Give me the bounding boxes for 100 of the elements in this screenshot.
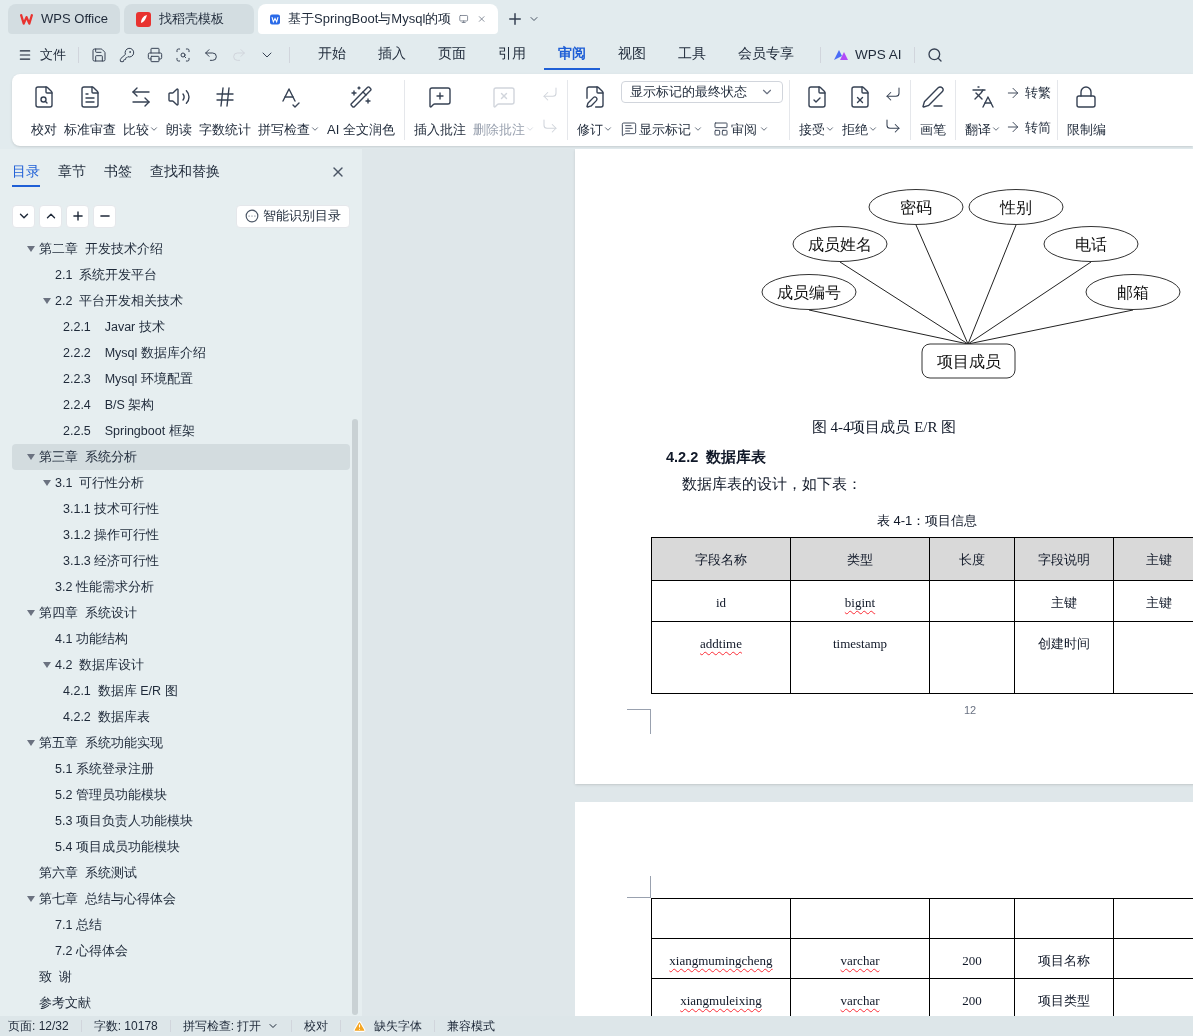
tab-title: WPS Office	[41, 10, 108, 29]
demote-button[interactable]	[93, 204, 116, 228]
outline-item[interactable]: 3.2 性能需求分析	[12, 574, 350, 600]
outline-item[interactable]: 2.1 系统开发平台	[12, 262, 350, 288]
outline-item[interactable]: 2.2 平台开发相关技术	[12, 288, 350, 314]
outline-item[interactable]: 第六章 系统测试	[12, 860, 350, 886]
table-cell-text: 主键	[1145, 594, 1172, 612]
outline-item[interactable]: 3.1 可行性分析	[12, 470, 350, 496]
outline-item[interactable]: 5.4 项目成员功能模块	[12, 834, 350, 860]
expand-button[interactable]	[39, 204, 62, 228]
markup-select[interactable]: 显示标记的最终状态	[620, 81, 783, 103]
new-tab-icon[interactable]	[506, 10, 524, 28]
column-header: 长度	[959, 552, 985, 567]
outline-item[interactable]: 4.1 功能结构	[12, 626, 350, 652]
status-text: 字数: 10178	[93, 1018, 158, 1035]
ribbon-button[interactable]: 转简	[1004, 117, 1051, 137]
menu-tab[interactable]: 引用	[484, 40, 540, 70]
outline-item[interactable]: 7.1 总结	[12, 912, 350, 938]
outline-item[interactable]: 第四章 系统设计	[12, 600, 350, 626]
outline-item[interactable]: 2.2.2 Mysql 数据库介绍	[12, 340, 350, 366]
outline-item[interactable]: 2.2.3 Mysql 环境配置	[12, 366, 350, 392]
ribbon-button[interactable]: 转繁	[1004, 83, 1051, 103]
outline-item[interactable]: 5.3 项目负责人功能模块	[12, 808, 350, 834]
outline-item[interactable]: 第五章 系统功能实现	[12, 730, 350, 756]
status-text: 校对	[304, 1018, 329, 1035]
outline-item[interactable]: 4.2 数据库设计	[12, 652, 350, 678]
ribbon-button[interactable]: 标准审查	[61, 81, 119, 139]
ribbon-button[interactable]: 画笔	[916, 81, 949, 139]
ribbon-button[interactable]: 插入批注	[410, 81, 469, 139]
outline-item[interactable]: 3.1.2 操作可行性	[12, 522, 350, 548]
sidebar-tab[interactable]: 书签	[104, 157, 132, 187]
document-tab[interactable]: WPS Office	[8, 4, 120, 34]
document-tab[interactable]: 基于SpringBoot与Mysql的项	[258, 4, 498, 34]
key-icon[interactable]	[119, 47, 135, 63]
table-cell-text: xiangmumingcheng	[669, 952, 773, 970]
smart-outline-button[interactable]: 智能识别目录	[236, 204, 350, 228]
outline-item[interactable]: 4.2.1 数据库 E/R 图	[12, 678, 350, 704]
outline-item[interactable]: 3.1.1 技术可行性	[12, 496, 350, 522]
expand-triangle-icon[interactable]	[43, 661, 51, 669]
ribbon-button[interactable]: 接受	[795, 81, 838, 139]
menu-tab[interactable]: 会员专享	[724, 40, 808, 70]
undo-icon[interactable]	[203, 47, 219, 63]
sidebar-tab[interactable]: 章节	[58, 157, 86, 187]
magic-wand-icon	[348, 85, 373, 109]
ai-button[interactable]: WPS AI	[833, 44, 902, 66]
ribbon-button[interactable]: 朗读	[163, 81, 195, 139]
menu-tab[interactable]: 开始	[304, 40, 360, 70]
outline-item[interactable]: 致 谢	[12, 964, 350, 990]
expand-triangle-icon[interactable]	[27, 895, 35, 903]
print-icon[interactable]	[147, 47, 163, 63]
column-header: 类型	[847, 552, 873, 567]
promote-button[interactable]	[66, 204, 89, 228]
document-tab[interactable]: 找稻壳模板	[124, 4, 254, 34]
expand-triangle-icon[interactable]	[43, 297, 51, 305]
scrollbar-thumb[interactable]	[352, 419, 358, 1015]
ribbon-button[interactable]: AI 全文润色	[324, 81, 398, 139]
ribbon-button[interactable]: 拒绝	[838, 81, 881, 139]
spell-check-status[interactable]: 拼写检查: 打开	[182, 1017, 280, 1035]
menu-tab[interactable]: 页面	[424, 40, 480, 70]
ribbon-button[interactable]: 修订	[573, 81, 616, 139]
outline-item[interactable]: 3.1.3 经济可行性	[12, 548, 350, 574]
outline-item[interactable]: 5.1 系统登录注册	[12, 756, 350, 782]
menu-tab[interactable]: 审阅	[544, 40, 600, 70]
save-icon[interactable]	[91, 47, 107, 63]
outline-item[interactable]: 参考文献	[12, 990, 350, 1016]
outline-item[interactable]: 第七章 总结与心得体会	[12, 886, 350, 912]
collapse-button[interactable]	[12, 204, 35, 228]
outline-item[interactable]: 4.2.2 数据库表	[12, 704, 350, 730]
search-icon[interactable]	[926, 47, 943, 63]
menu-tab[interactable]: 视图	[604, 40, 660, 70]
menu-tab[interactable]: 插入	[364, 40, 420, 70]
missing-font-status[interactable]: 缺失字体	[353, 1017, 423, 1035]
expand-triangle-icon[interactable]	[27, 453, 35, 461]
expand-triangle-icon[interactable]	[43, 479, 51, 487]
ribbon-button[interactable]: 翻译	[961, 81, 1004, 139]
sidebar-tab[interactable]: 查找和替换	[150, 157, 220, 187]
expand-triangle-icon[interactable]	[27, 245, 35, 253]
translate-icon	[970, 85, 995, 109]
ribbon-button[interactable]: 拼写检查	[255, 81, 323, 139]
file-menu[interactable]: 文件	[18, 45, 66, 65]
outline-item[interactable]: 2.2.5 Springboot 框架	[12, 418, 350, 444]
print-preview-icon[interactable]	[175, 47, 191, 63]
ribbon-button[interactable]: 显示标记	[620, 119, 703, 139]
ribbon-button[interactable]: 限制编	[1063, 81, 1109, 139]
outline-item[interactable]: 2.2.4 B/S 架构	[12, 392, 350, 418]
outline-item[interactable]: 7.2 心得体会	[12, 938, 350, 964]
ribbon-button[interactable]: 比较	[120, 81, 162, 139]
ribbon-button[interactable]: 字数统计	[196, 81, 254, 139]
outline-item[interactable]: 2.2.1 Javar 技术	[12, 314, 350, 340]
outline-item[interactable]: 第二章 开发技术介绍	[12, 236, 350, 262]
sidebar-tab[interactable]: 目录	[12, 157, 40, 187]
expand-triangle-icon[interactable]	[27, 739, 35, 747]
ribbon-button[interactable]: 审阅	[712, 119, 769, 139]
outline-item[interactable]: 第三章 系统分析	[12, 444, 350, 470]
outline-item[interactable]: 5.2 管理员功能模块	[12, 782, 350, 808]
ribbon-button[interactable]: 校对	[28, 81, 60, 139]
menu-tab[interactable]: 工具	[664, 40, 720, 70]
expand-triangle-icon[interactable]	[27, 609, 35, 617]
app-logo-icon	[136, 11, 151, 27]
table-cell-text: varchar	[840, 992, 880, 1010]
